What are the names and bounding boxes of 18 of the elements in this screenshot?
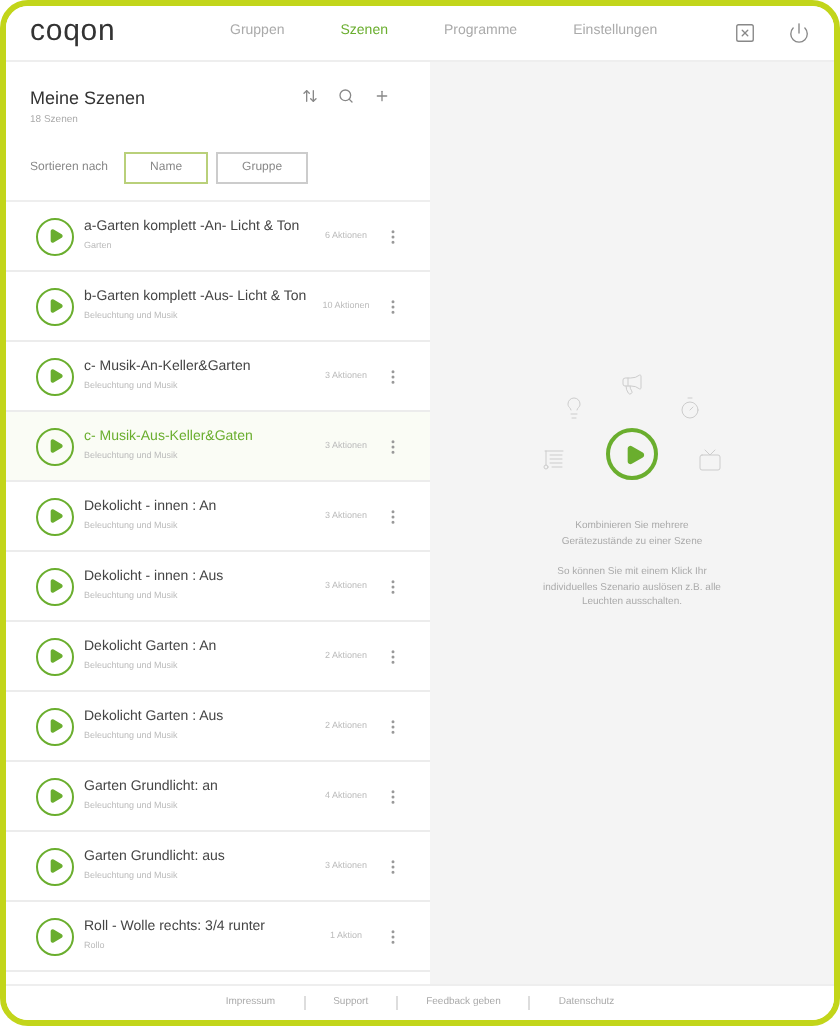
panel-title: Meine Szenen — [30, 86, 148, 112]
play-icon[interactable] — [36, 917, 74, 955]
power-icon[interactable] — [788, 22, 810, 44]
play-icon[interactable] — [36, 497, 74, 535]
play-icon[interactable] — [36, 217, 74, 255]
play-icon[interactable] — [36, 707, 74, 745]
play-icon[interactable] — [36, 567, 74, 605]
play-icon[interactable] — [36, 357, 74, 395]
play-icon[interactable] — [36, 287, 74, 325]
search-icon[interactable] — [338, 88, 354, 104]
play-icon[interactable] — [36, 777, 74, 815]
add-icon[interactable] — [374, 88, 390, 104]
sort-icon[interactable] — [302, 88, 318, 104]
play-icon[interactable] — [36, 847, 74, 885]
close-icon[interactable] — [734, 22, 756, 44]
play-icon[interactable] — [36, 637, 74, 675]
logo: coqon — [30, 12, 118, 53]
play-icon[interactable] — [36, 427, 74, 465]
